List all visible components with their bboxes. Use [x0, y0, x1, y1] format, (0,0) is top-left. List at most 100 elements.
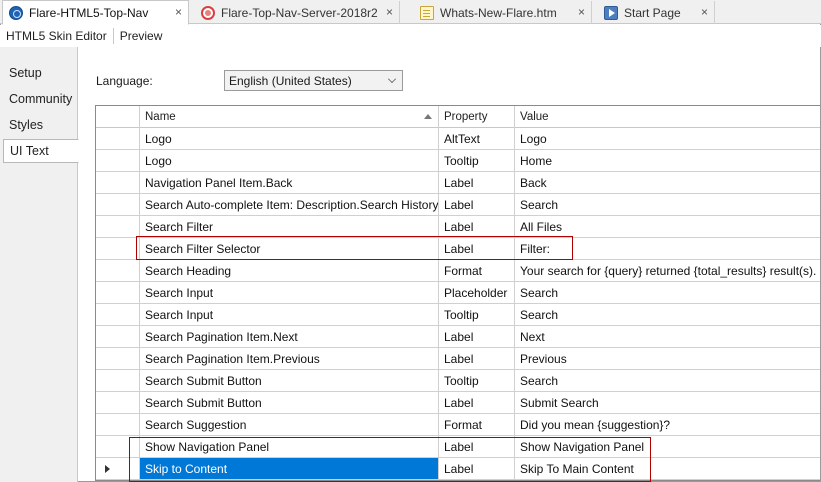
- name-cell[interactable]: Skip to Content: [140, 458, 439, 480]
- property-cell[interactable]: Placeholder: [439, 282, 515, 304]
- property-cell[interactable]: Tooltip: [439, 150, 515, 172]
- tab-flare-html5-top-nav[interactable]: Flare-HTML5-Top-Nav ×: [2, 0, 189, 25]
- side-tab-styles[interactable]: Styles: [3, 113, 75, 137]
- row-selector[interactable]: [96, 370, 140, 392]
- row-selector[interactable]: [96, 260, 140, 282]
- property-cell[interactable]: Label: [439, 458, 515, 480]
- row-selector[interactable]: [96, 304, 140, 326]
- property-cell[interactable]: Tooltip: [439, 370, 515, 392]
- value-cell[interactable]: Search: [515, 304, 820, 326]
- property-cell[interactable]: Label: [439, 216, 515, 238]
- language-dropdown[interactable]: English (United States): [224, 70, 403, 91]
- table-row[interactable]: Search Input Tooltip Search: [96, 304, 820, 326]
- property-cell[interactable]: Label: [439, 392, 515, 414]
- name-cell[interactable]: Show Navigation Panel: [140, 436, 439, 458]
- name-cell[interactable]: Search Filter: [140, 216, 439, 238]
- tab-whats-new-flare[interactable]: Whats-New-Flare.htm ×: [414, 1, 592, 24]
- property-cell[interactable]: Label: [439, 172, 515, 194]
- row-selector[interactable]: [96, 436, 140, 458]
- tab-start-page[interactable]: Start Page ×: [598, 1, 715, 24]
- close-icon[interactable]: ×: [578, 5, 585, 19]
- value-cell[interactable]: Next: [515, 326, 820, 348]
- row-selector[interactable]: [96, 172, 140, 194]
- table-row[interactable]: Search Pagination Item.Previous Label Prev…: [96, 348, 820, 370]
- name-cell[interactable]: Search Suggestion: [140, 414, 439, 436]
- name-cell[interactable]: Search Pagination Item.Previous: [140, 348, 439, 370]
- language-value: English (United States): [229, 73, 352, 88]
- column-header-name[interactable]: Name: [140, 106, 439, 128]
- skin-editor-tab[interactable]: HTML5 Skin Editor: [0, 29, 113, 43]
- row-selector[interactable]: [96, 282, 140, 304]
- close-icon[interactable]: ×: [175, 5, 182, 19]
- value-cell[interactable]: Search: [515, 282, 820, 304]
- name-cell[interactable]: Search Pagination Item.Next: [140, 326, 439, 348]
- side-tab-community[interactable]: Community: [3, 87, 75, 111]
- close-icon[interactable]: ×: [386, 5, 393, 19]
- property-cell[interactable]: Label: [439, 238, 515, 260]
- value-cell[interactable]: Logo: [515, 128, 820, 150]
- value-cell[interactable]: Submit Search: [515, 392, 820, 414]
- value-cell[interactable]: Your search for {query} returned {total_…: [515, 260, 820, 282]
- property-cell[interactable]: Label: [439, 326, 515, 348]
- value-cell[interactable]: All Files: [515, 216, 820, 238]
- row-selector[interactable]: [96, 348, 140, 370]
- grid-rows: Logo AltText Logo Logo Tooltip Home Navigation…: [96, 128, 820, 480]
- property-cell[interactable]: Format: [439, 414, 515, 436]
- table-row[interactable]: Logo Tooltip Home: [96, 150, 820, 172]
- name-cell[interactable]: Search Heading: [140, 260, 439, 282]
- table-row[interactable]: Search Input Placeholder Search: [96, 282, 820, 304]
- value-cell[interactable]: Search: [515, 370, 820, 392]
- name-cell[interactable]: Search Input: [140, 304, 439, 326]
- property-cell[interactable]: Label: [439, 436, 515, 458]
- name-cell[interactable]: Logo: [140, 128, 439, 150]
- value-cell[interactable]: Back: [515, 172, 820, 194]
- table-row[interactable]: Search Heading Format Your search for {que…: [96, 260, 820, 282]
- name-cell[interactable]: Search Auto-complete Item: Description.S…: [140, 194, 439, 216]
- property-cell[interactable]: Label: [439, 194, 515, 216]
- row-selector[interactable]: [96, 128, 140, 150]
- column-header-property[interactable]: Property: [439, 106, 515, 128]
- tab-flare-top-nav-server[interactable]: Flare-Top-Nav-Server-2018r2 ×: [195, 1, 400, 24]
- name-cell[interactable]: Search Filter Selector: [140, 238, 439, 260]
- table-row[interactable]: Skip to Content Label Skip To Main Content: [96, 458, 820, 480]
- row-selector[interactable]: [96, 392, 140, 414]
- table-row[interactable]: Search Filter Label All Files: [96, 216, 820, 238]
- side-tab-ui-text[interactable]: UI Text: [3, 139, 79, 163]
- value-cell[interactable]: Search: [515, 194, 820, 216]
- value-cell[interactable]: Did you mean {suggestion}?: [515, 414, 820, 436]
- row-selector[interactable]: [96, 150, 140, 172]
- table-row[interactable]: Logo AltText Logo: [96, 128, 820, 150]
- row-selector[interactable]: [96, 414, 140, 436]
- table-row[interactable]: Show Navigation Panel Label Show Navigatio…: [96, 436, 820, 458]
- value-cell[interactable]: Show Navigation Panel: [515, 436, 820, 458]
- property-cell[interactable]: Label: [439, 348, 515, 370]
- name-cell[interactable]: Search Input: [140, 282, 439, 304]
- value-cell[interactable]: Filter:: [515, 238, 820, 260]
- property-cell[interactable]: Format: [439, 260, 515, 282]
- row-selector[interactable]: [96, 216, 140, 238]
- close-icon[interactable]: ×: [701, 5, 708, 19]
- table-row[interactable]: Search Suggestion Format Did you mean {sug…: [96, 414, 820, 436]
- name-cell[interactable]: Search Submit Button: [140, 370, 439, 392]
- table-row[interactable]: Search Filter Selector Label Filter:: [96, 238, 820, 260]
- name-cell[interactable]: Search Submit Button: [140, 392, 439, 414]
- row-selector[interactable]: [96, 194, 140, 216]
- property-cell[interactable]: Tooltip: [439, 304, 515, 326]
- table-row[interactable]: Search Pagination Item.Next Label Next: [96, 326, 820, 348]
- preview-tab[interactable]: Preview: [114, 29, 169, 43]
- value-cell[interactable]: Skip To Main Content: [515, 458, 820, 480]
- row-selector[interactable]: [96, 326, 140, 348]
- value-cell[interactable]: Home: [515, 150, 820, 172]
- table-row[interactable]: Search Auto-complete Item: Description.S…: [96, 194, 820, 216]
- table-row[interactable]: Navigation Panel Item.Back Label Back: [96, 172, 820, 194]
- property-cell[interactable]: AltText: [439, 128, 515, 150]
- table-row[interactable]: Search Submit Button Label Submit Search: [96, 392, 820, 414]
- table-row[interactable]: Search Submit Button Tooltip Search: [96, 370, 820, 392]
- column-header-value[interactable]: Value: [515, 106, 820, 128]
- side-tab-setup[interactable]: Setup: [3, 61, 75, 85]
- name-cell[interactable]: Logo: [140, 150, 439, 172]
- row-selector[interactable]: [96, 238, 140, 260]
- row-selector[interactable]: [96, 458, 140, 480]
- name-cell[interactable]: Navigation Panel Item.Back: [140, 172, 439, 194]
- value-cell[interactable]: Previous: [515, 348, 820, 370]
